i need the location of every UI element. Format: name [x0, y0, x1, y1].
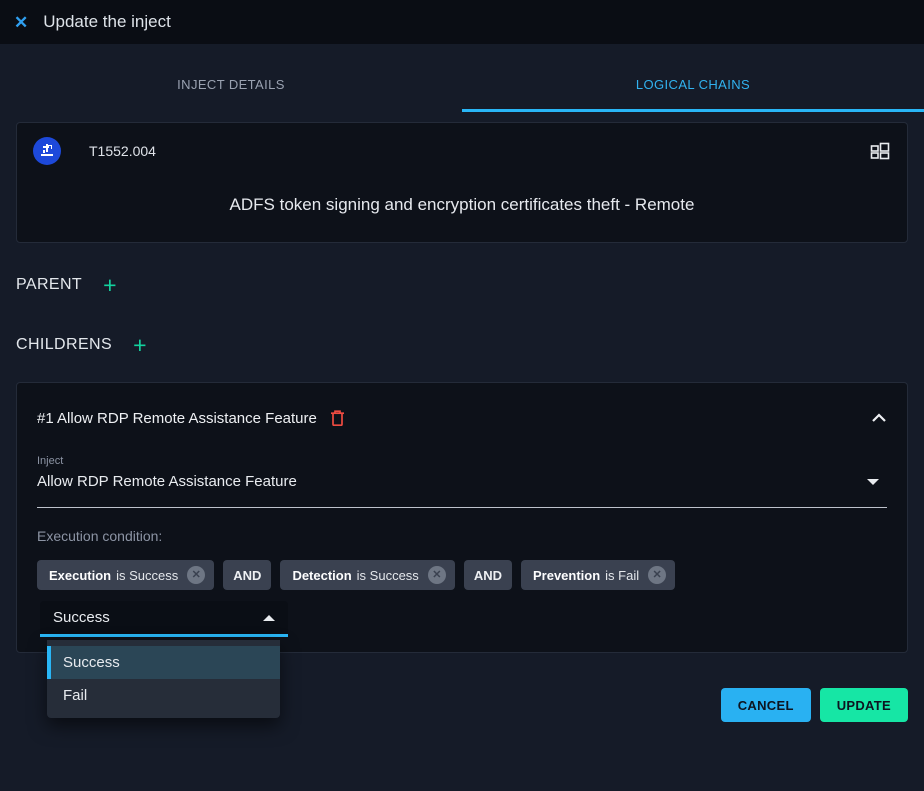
- add-parent-button[interactable]: +: [103, 276, 117, 294]
- window-grid-icon[interactable]: [869, 141, 891, 161]
- execution-condition-label: Execution condition:: [37, 528, 887, 544]
- close-icon[interactable]: ✕: [14, 14, 28, 31]
- tab-inject-details[interactable]: INJECT DETAILS: [0, 44, 462, 112]
- delete-child-icon[interactable]: [330, 409, 345, 427]
- condition-chips-row: Execution is Success ✕ AND Detection is …: [37, 560, 887, 590]
- child-inject-card: #1 Allow RDP Remote Assistance Feature I…: [16, 382, 908, 653]
- chip-remove-icon[interactable]: ✕: [428, 566, 446, 584]
- childrens-label: CHILDRENS: [16, 336, 112, 354]
- status-select[interactable]: Success: [40, 601, 288, 637]
- technique-title: ADFS token signing and encryption certif…: [17, 165, 907, 242]
- tab-inject-details-label: INJECT DETAILS: [177, 77, 285, 92]
- caret-up-icon: [263, 615, 275, 621]
- caret-down-icon: [867, 479, 879, 485]
- modal-content: T1552.004 ADFS token signing and encrypt…: [0, 122, 924, 722]
- chip-field: Prevention: [533, 568, 600, 583]
- update-inject-modal: ✕ Update the inject INJECT DETAILS LOGIC…: [0, 0, 924, 791]
- technique-card: T1552.004 ADFS token signing and encrypt…: [16, 122, 908, 243]
- childrens-section-heading: CHILDRENS +: [16, 336, 908, 354]
- cancel-button[interactable]: CANCEL: [721, 688, 811, 722]
- update-button[interactable]: UPDATE: [820, 688, 908, 722]
- inject-select[interactable]: Allow RDP Remote Assistance Feature: [37, 473, 887, 508]
- technique-id: T1552.004: [89, 143, 156, 159]
- chip-text: is Success: [116, 568, 178, 583]
- operator-chip: AND: [464, 560, 512, 590]
- parent-section-heading: PARENT +: [16, 276, 908, 294]
- status-select-wrap: Success Success Fail: [40, 601, 288, 637]
- tab-logical-chains-label: LOGICAL CHAINS: [636, 77, 750, 92]
- condition-chip-prevention[interactable]: Prevention is Fail ✕: [521, 560, 675, 590]
- mitre-attack-icon: [33, 137, 61, 165]
- operator-chip: AND: [223, 560, 271, 590]
- tab-bar: INJECT DETAILS LOGICAL CHAINS: [0, 44, 924, 112]
- chip-text: is Success: [357, 568, 419, 583]
- child-card-header: #1 Allow RDP Remote Assistance Feature: [37, 409, 887, 427]
- status-select-value: Success: [53, 609, 110, 626]
- inject-select-value: Allow RDP Remote Assistance Feature: [37, 473, 297, 490]
- add-child-button[interactable]: +: [133, 336, 147, 354]
- technique-card-header: T1552.004: [17, 123, 907, 165]
- chip-text: is Fail: [605, 568, 639, 583]
- modal-header: ✕ Update the inject: [0, 0, 924, 44]
- chip-remove-icon[interactable]: ✕: [648, 566, 666, 584]
- condition-chip-execution[interactable]: Execution is Success ✕: [37, 560, 214, 590]
- child-title: #1 Allow RDP Remote Assistance Feature: [37, 410, 317, 427]
- menu-item-success[interactable]: Success: [47, 646, 280, 679]
- tab-logical-chains[interactable]: LOGICAL CHAINS: [462, 44, 924, 112]
- chip-remove-icon[interactable]: ✕: [187, 566, 205, 584]
- chip-field: Execution: [49, 568, 111, 583]
- menu-item-fail[interactable]: Fail: [47, 679, 280, 712]
- modal-title: Update the inject: [43, 12, 171, 32]
- parent-label: PARENT: [16, 276, 82, 294]
- condition-chip-detection[interactable]: Detection is Success ✕: [280, 560, 454, 590]
- chevron-up-icon[interactable]: [871, 413, 887, 423]
- chip-field: Detection: [292, 568, 351, 583]
- inject-field-label: Inject: [37, 455, 887, 467]
- status-dropdown-menu: Success Fail: [47, 640, 280, 718]
